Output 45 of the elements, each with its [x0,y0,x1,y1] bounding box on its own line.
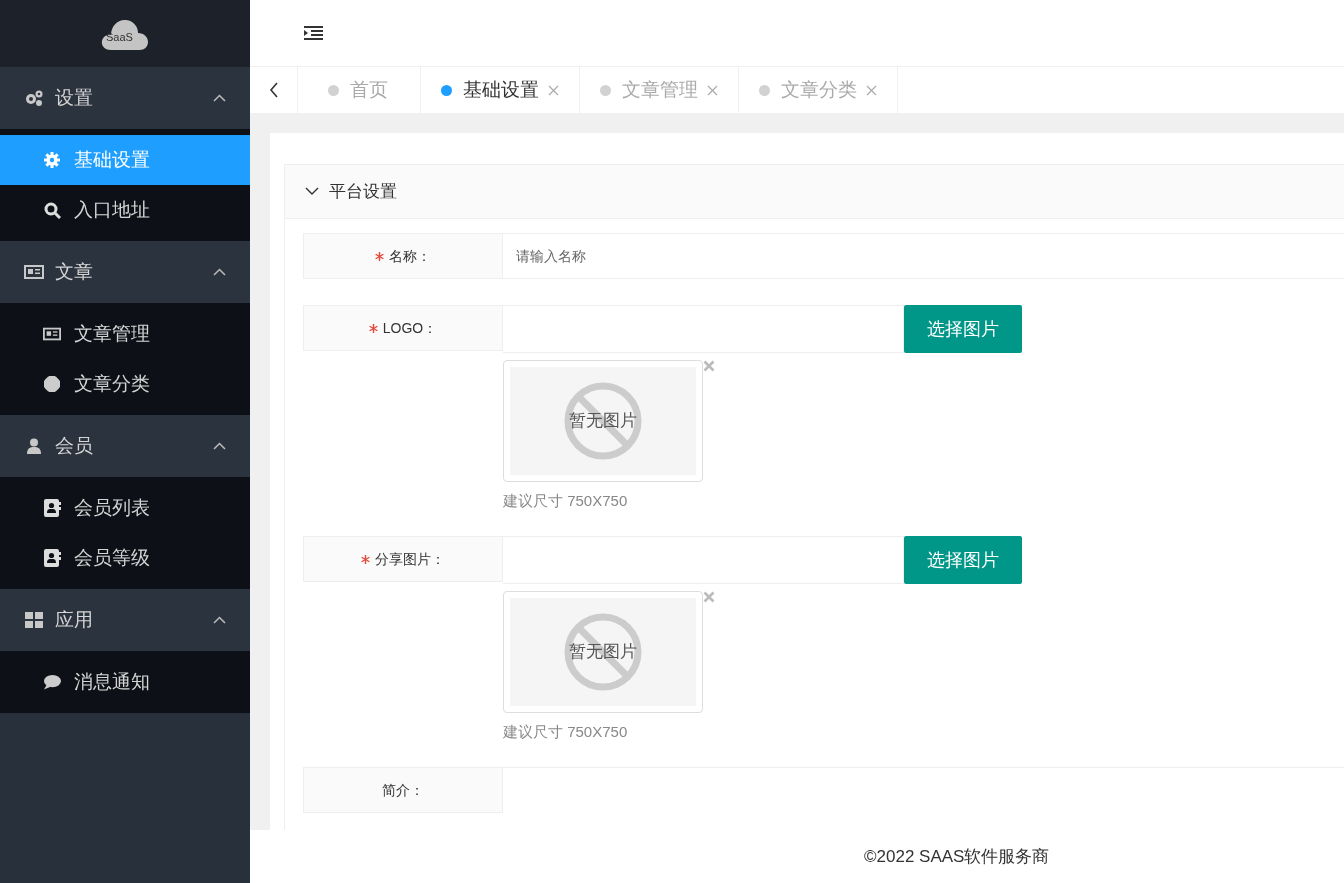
no-image-text: 暂无图片 [569,410,637,433]
sidebar-item[interactable]: 会员列表 [0,483,250,533]
chevron-left-icon [268,82,279,98]
grid-icon [25,612,43,628]
chevron-icon [305,187,319,196]
newspaper-icon [24,264,44,280]
sidebar-item[interactable]: 文章分类 [0,359,250,409]
choose-image-button[interactable]: 选择图片 [904,305,1022,353]
search-icon [43,201,61,219]
size-hint: 建议尺寸 750X750 [503,492,628,509]
field-label: LOGO： [382,318,438,338]
choose-image-button[interactable]: 选择图片 [904,536,1022,584]
speech-bubble-icon [43,673,61,691]
size-hint: 建议尺寸 750X750 [503,723,628,740]
no-image-text: 暂无图片 [569,641,637,664]
caret-icon [213,268,226,276]
gear-icon [44,152,60,168]
close-icon[interactable] [866,84,877,96]
menu-fold-icon[interactable] [304,25,323,41]
text-input-field[interactable]: 请输入名称 [503,233,1344,279]
remove-image-icon[interactable] [703,360,715,372]
image-path-field[interactable] [503,305,904,353]
user-icon [27,438,41,454]
contact-book-icon [43,499,61,517]
no-image-icon [563,612,643,692]
no-image-icon [563,381,643,461]
sidebar-item[interactable]: 入口地址 [0,185,250,235]
close-icon[interactable] [707,84,718,96]
field-label: 分享图片： [375,549,445,569]
field-label: 名称： [389,246,431,266]
sidebar-item[interactable]: 文章管理 [0,309,250,359]
contact-book-icon [43,549,61,567]
field-label: 简介： [303,767,503,813]
remove-image-icon[interactable] [703,591,715,603]
logo-text: SaaS [106,30,133,45]
caret-icon [213,442,226,450]
sidebar-item[interactable]: 会员等级 [0,533,250,583]
panel-header[interactable]: 平台设置 [285,165,1344,219]
footer-copyright: ©2022 SAAS软件服务商 [864,845,1050,868]
caret-icon [213,616,226,624]
close-icon[interactable] [548,84,559,96]
gears-icon [24,89,44,107]
caret-icon [213,94,226,102]
image-path-field[interactable] [503,536,904,584]
newspaper-icon [43,326,61,342]
